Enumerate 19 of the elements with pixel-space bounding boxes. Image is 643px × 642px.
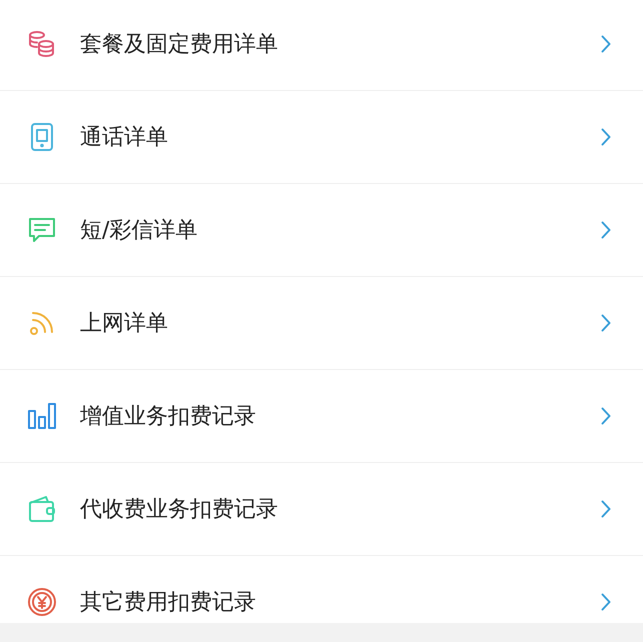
chevron-right-icon [601,314,611,332]
menu-item-label: 其它费用扣费记录 [80,589,257,617]
menu-item-label: 代收费业务扣费记录 [80,496,279,524]
menu-item-label: 通话详单 [80,124,169,152]
wallet-icon [27,494,57,524]
chevron-right-icon [601,221,611,239]
yen-coin-icon [27,587,57,617]
menu-item-label: 短/彩信详单 [80,217,198,245]
coins-icon [27,29,57,59]
menu-item-label: 增值业务扣费记录 [80,403,257,431]
chevron-right-icon [601,128,611,146]
menu-item-label: 套餐及固定费用详单 [80,31,279,59]
bar-chart-icon [27,401,57,431]
chevron-right-icon [601,35,611,53]
chevron-right-icon [601,407,611,425]
chevron-right-icon [601,593,611,611]
message-icon [27,215,57,245]
menu-item-label: 上网详单 [80,310,169,338]
chevron-right-icon [601,500,611,518]
